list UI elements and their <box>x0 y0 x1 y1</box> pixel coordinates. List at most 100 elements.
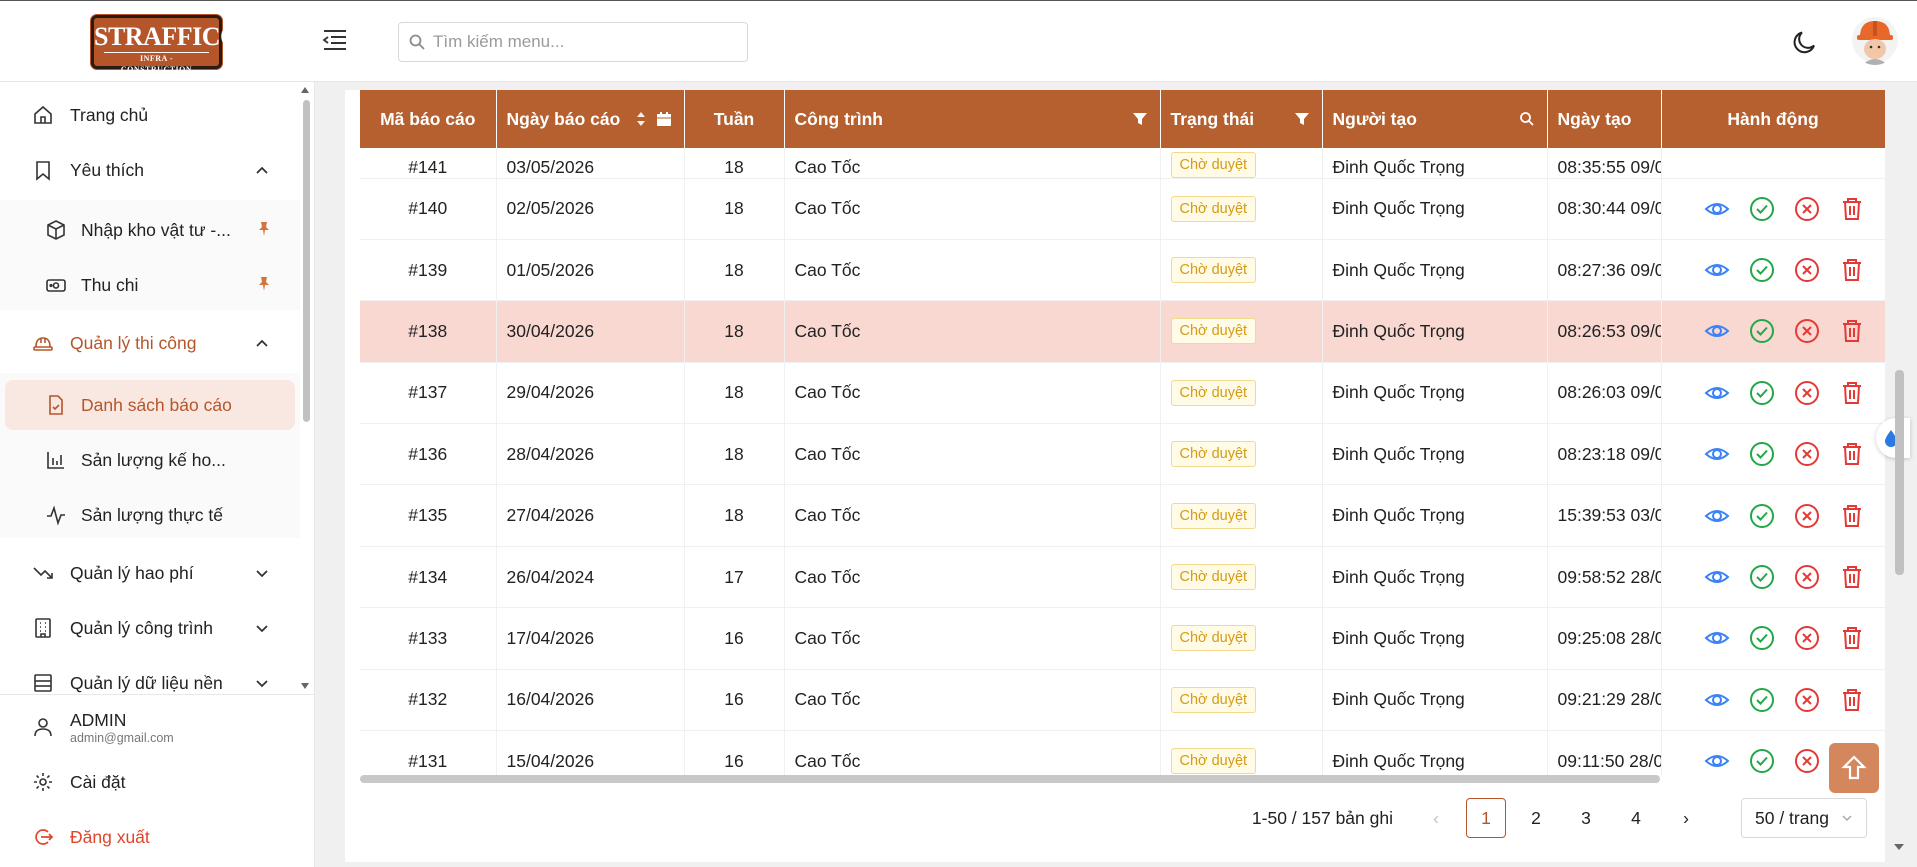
col-project[interactable]: Công trình <box>784 90 1161 148</box>
sidebar-group-base-data[interactable]: Quản lý dữ liệu nền <box>5 658 295 694</box>
sidebar-group-construction[interactable]: Quản lý thi công <box>5 318 295 368</box>
page-1[interactable]: 1 <box>1466 798 1506 838</box>
delete-trash-icon[interactable] <box>1839 564 1865 590</box>
table-row[interactable]: #135 27/04/2026 18 Cao Tốc Chờ duyệt Đinh Quố… <box>360 484 1885 547</box>
scroll-down-arrow-icon[interactable] <box>1894 842 1904 852</box>
calendar-icon[interactable] <box>656 111 672 127</box>
reject-x-icon[interactable] <box>1794 687 1820 713</box>
view-eye-icon[interactable] <box>1704 503 1730 529</box>
view-eye-icon[interactable] <box>1704 564 1730 590</box>
delete-trash-icon[interactable] <box>1839 687 1865 713</box>
reject-x-icon[interactable] <box>1794 380 1820 406</box>
delete-trash-icon[interactable] <box>1839 380 1865 406</box>
water-drop-widget-icon[interactable] <box>1876 418 1910 458</box>
reject-x-icon[interactable] <box>1794 564 1820 590</box>
sidebar-group-cost[interactable]: Quản lý hao phí <box>5 548 295 598</box>
pin-icon[interactable] <box>255 275 273 293</box>
pin-icon[interactable] <box>255 220 273 238</box>
approve-check-icon[interactable] <box>1749 196 1775 222</box>
reject-x-icon[interactable] <box>1794 257 1820 283</box>
col-week[interactable]: Tuần <box>684 90 785 148</box>
scroll-down-arrow-icon[interactable] <box>301 682 309 690</box>
approve-check-icon[interactable] <box>1749 318 1775 344</box>
col-report-date[interactable]: Ngày báo cáo <box>496 90 685 148</box>
sidebar-item-income-expense[interactable]: Thu chi <box>5 260 295 310</box>
filter-icon[interactable] <box>1132 111 1148 127</box>
approve-check-icon[interactable] <box>1749 441 1775 467</box>
menu-search-box[interactable] <box>398 22 748 62</box>
table-row[interactable]: #140 02/05/2026 18 Cao Tốc Chờ duyệt Đinh Quố… <box>360 178 1885 240</box>
table-row[interactable]: #137 29/04/2026 18 Cao Tốc Chờ duyệt Đinh Quố… <box>360 362 1885 425</box>
approve-check-icon[interactable] <box>1749 503 1775 529</box>
table-row[interactable]: #134 26/04/2024 17 Cao Tốc Chờ duyệt Đinh Quố… <box>360 546 1885 609</box>
view-eye-icon[interactable] <box>1704 441 1730 467</box>
view-eye-icon[interactable] <box>1704 196 1730 222</box>
delete-trash-icon[interactable] <box>1839 318 1865 344</box>
next-page-button[interactable]: › <box>1666 798 1706 838</box>
table-row[interactable]: #138 30/04/2026 18 Cao Tốc Chờ duyệt Đinh Quố… <box>360 300 1885 363</box>
sidebar-group-favorites[interactable]: Yêu thích <box>5 145 295 195</box>
prev-page-button[interactable]: ‹ <box>1416 798 1456 838</box>
sort-icon[interactable] <box>636 109 646 129</box>
page-scrollbar[interactable] <box>1895 370 1904 575</box>
sidebar-item-warehouse-import[interactable]: Nhập kho vật tư -... <box>5 205 295 255</box>
sidebar-item-home[interactable]: Trang chủ <box>5 90 295 140</box>
sidebar-item-settings[interactable]: Cài đặt <box>5 757 295 807</box>
sidebar-item-logout[interactable]: Đăng xuất <box>5 812 295 862</box>
sidebar-scrollbar[interactable] <box>303 100 310 422</box>
table-row[interactable]: #136 28/04/2026 18 Cao Tốc Chờ duyệt Đinh Quố… <box>360 423 1885 486</box>
view-eye-icon[interactable] <box>1704 380 1730 406</box>
delete-trash-icon[interactable] <box>1839 441 1865 467</box>
approve-check-icon[interactable] <box>1749 687 1775 713</box>
straffico-logo[interactable]: STRAFFICO INFRA - CONSTRUCTION <box>91 15 240 74</box>
approve-check-icon[interactable] <box>1749 257 1775 283</box>
filter-icon[interactable] <box>1294 111 1310 127</box>
table-horizontal-scrollbar[interactable] <box>360 775 1660 783</box>
user-avatar[interactable] <box>1852 15 1898 65</box>
col-report-id[interactable]: Mã báo cáo <box>360 90 497 148</box>
approve-check-icon[interactable] <box>1749 380 1775 406</box>
table-row[interactable]: #141 03/05/2026 18 Cao Tốc Chờ duyệt Đin… <box>360 148 1885 179</box>
sidebar-group-projects[interactable]: Quản lý công trình <box>5 603 295 653</box>
delete-trash-icon[interactable] <box>1839 503 1865 529</box>
search-icon[interactable] <box>1519 111 1535 127</box>
sidebar-item-planned-output[interactable]: Sản lượng kế ho... <box>5 435 295 485</box>
reject-x-icon[interactable] <box>1794 625 1820 651</box>
view-eye-icon[interactable] <box>1704 257 1730 283</box>
user-profile[interactable]: ADMIN admin@gmail.com <box>5 700 295 754</box>
table-row[interactable]: #133 17/04/2026 16 Cao Tốc Chờ duyệt Đinh Quố… <box>360 607 1885 670</box>
view-eye-icon[interactable] <box>1704 748 1730 774</box>
menu-search-input[interactable] <box>433 32 737 52</box>
reject-x-icon[interactable] <box>1794 503 1820 529</box>
sidebar-item-report-list[interactable]: Danh sách báo cáo <box>5 380 295 430</box>
menu-toggle-icon[interactable] <box>322 27 348 53</box>
page-4[interactable]: 4 <box>1616 798 1656 838</box>
page-size-select[interactable]: 50 / trang <box>1741 798 1867 838</box>
reject-x-icon[interactable] <box>1794 748 1820 774</box>
status-badge: Chờ duyệt <box>1170 195 1257 222</box>
delete-trash-icon[interactable] <box>1839 196 1865 222</box>
col-status[interactable]: Trạng thái <box>1160 90 1323 148</box>
delete-trash-icon[interactable] <box>1839 257 1865 283</box>
scroll-up-arrow-icon[interactable] <box>301 86 309 94</box>
page-3[interactable]: 3 <box>1566 798 1606 838</box>
table-row[interactable]: #132 16/04/2026 16 Cao Tốc Chờ duyệt Đinh Quố… <box>360 669 1885 732</box>
table-row[interactable]: #139 01/05/2026 18 Cao Tốc Chờ duyệt Đinh Quố… <box>360 239 1885 302</box>
col-created-at[interactable]: Ngày tạo <box>1547 90 1662 148</box>
approve-check-icon[interactable] <box>1749 564 1775 590</box>
delete-trash-icon[interactable] <box>1839 625 1865 651</box>
col-creator[interactable]: Người tạo <box>1322 90 1548 148</box>
approve-check-icon[interactable] <box>1749 748 1775 774</box>
view-eye-icon[interactable] <box>1704 318 1730 344</box>
view-eye-icon[interactable] <box>1704 687 1730 713</box>
back-to-top-button[interactable] <box>1829 743 1879 793</box>
table-row[interactable]: #131 15/04/2026 16 Cao Tốc Chờ duyệt Đinh Quố… <box>360 730 1885 775</box>
reject-x-icon[interactable] <box>1794 196 1820 222</box>
reject-x-icon[interactable] <box>1794 441 1820 467</box>
approve-check-icon[interactable] <box>1749 625 1775 651</box>
dark-mode-moon-icon[interactable] <box>1790 27 1820 57</box>
view-eye-icon[interactable] <box>1704 625 1730 651</box>
reject-x-icon[interactable] <box>1794 318 1820 344</box>
page-2[interactable]: 2 <box>1516 798 1556 838</box>
sidebar-item-actual-output[interactable]: Sản lượng thực tế <box>5 490 295 540</box>
